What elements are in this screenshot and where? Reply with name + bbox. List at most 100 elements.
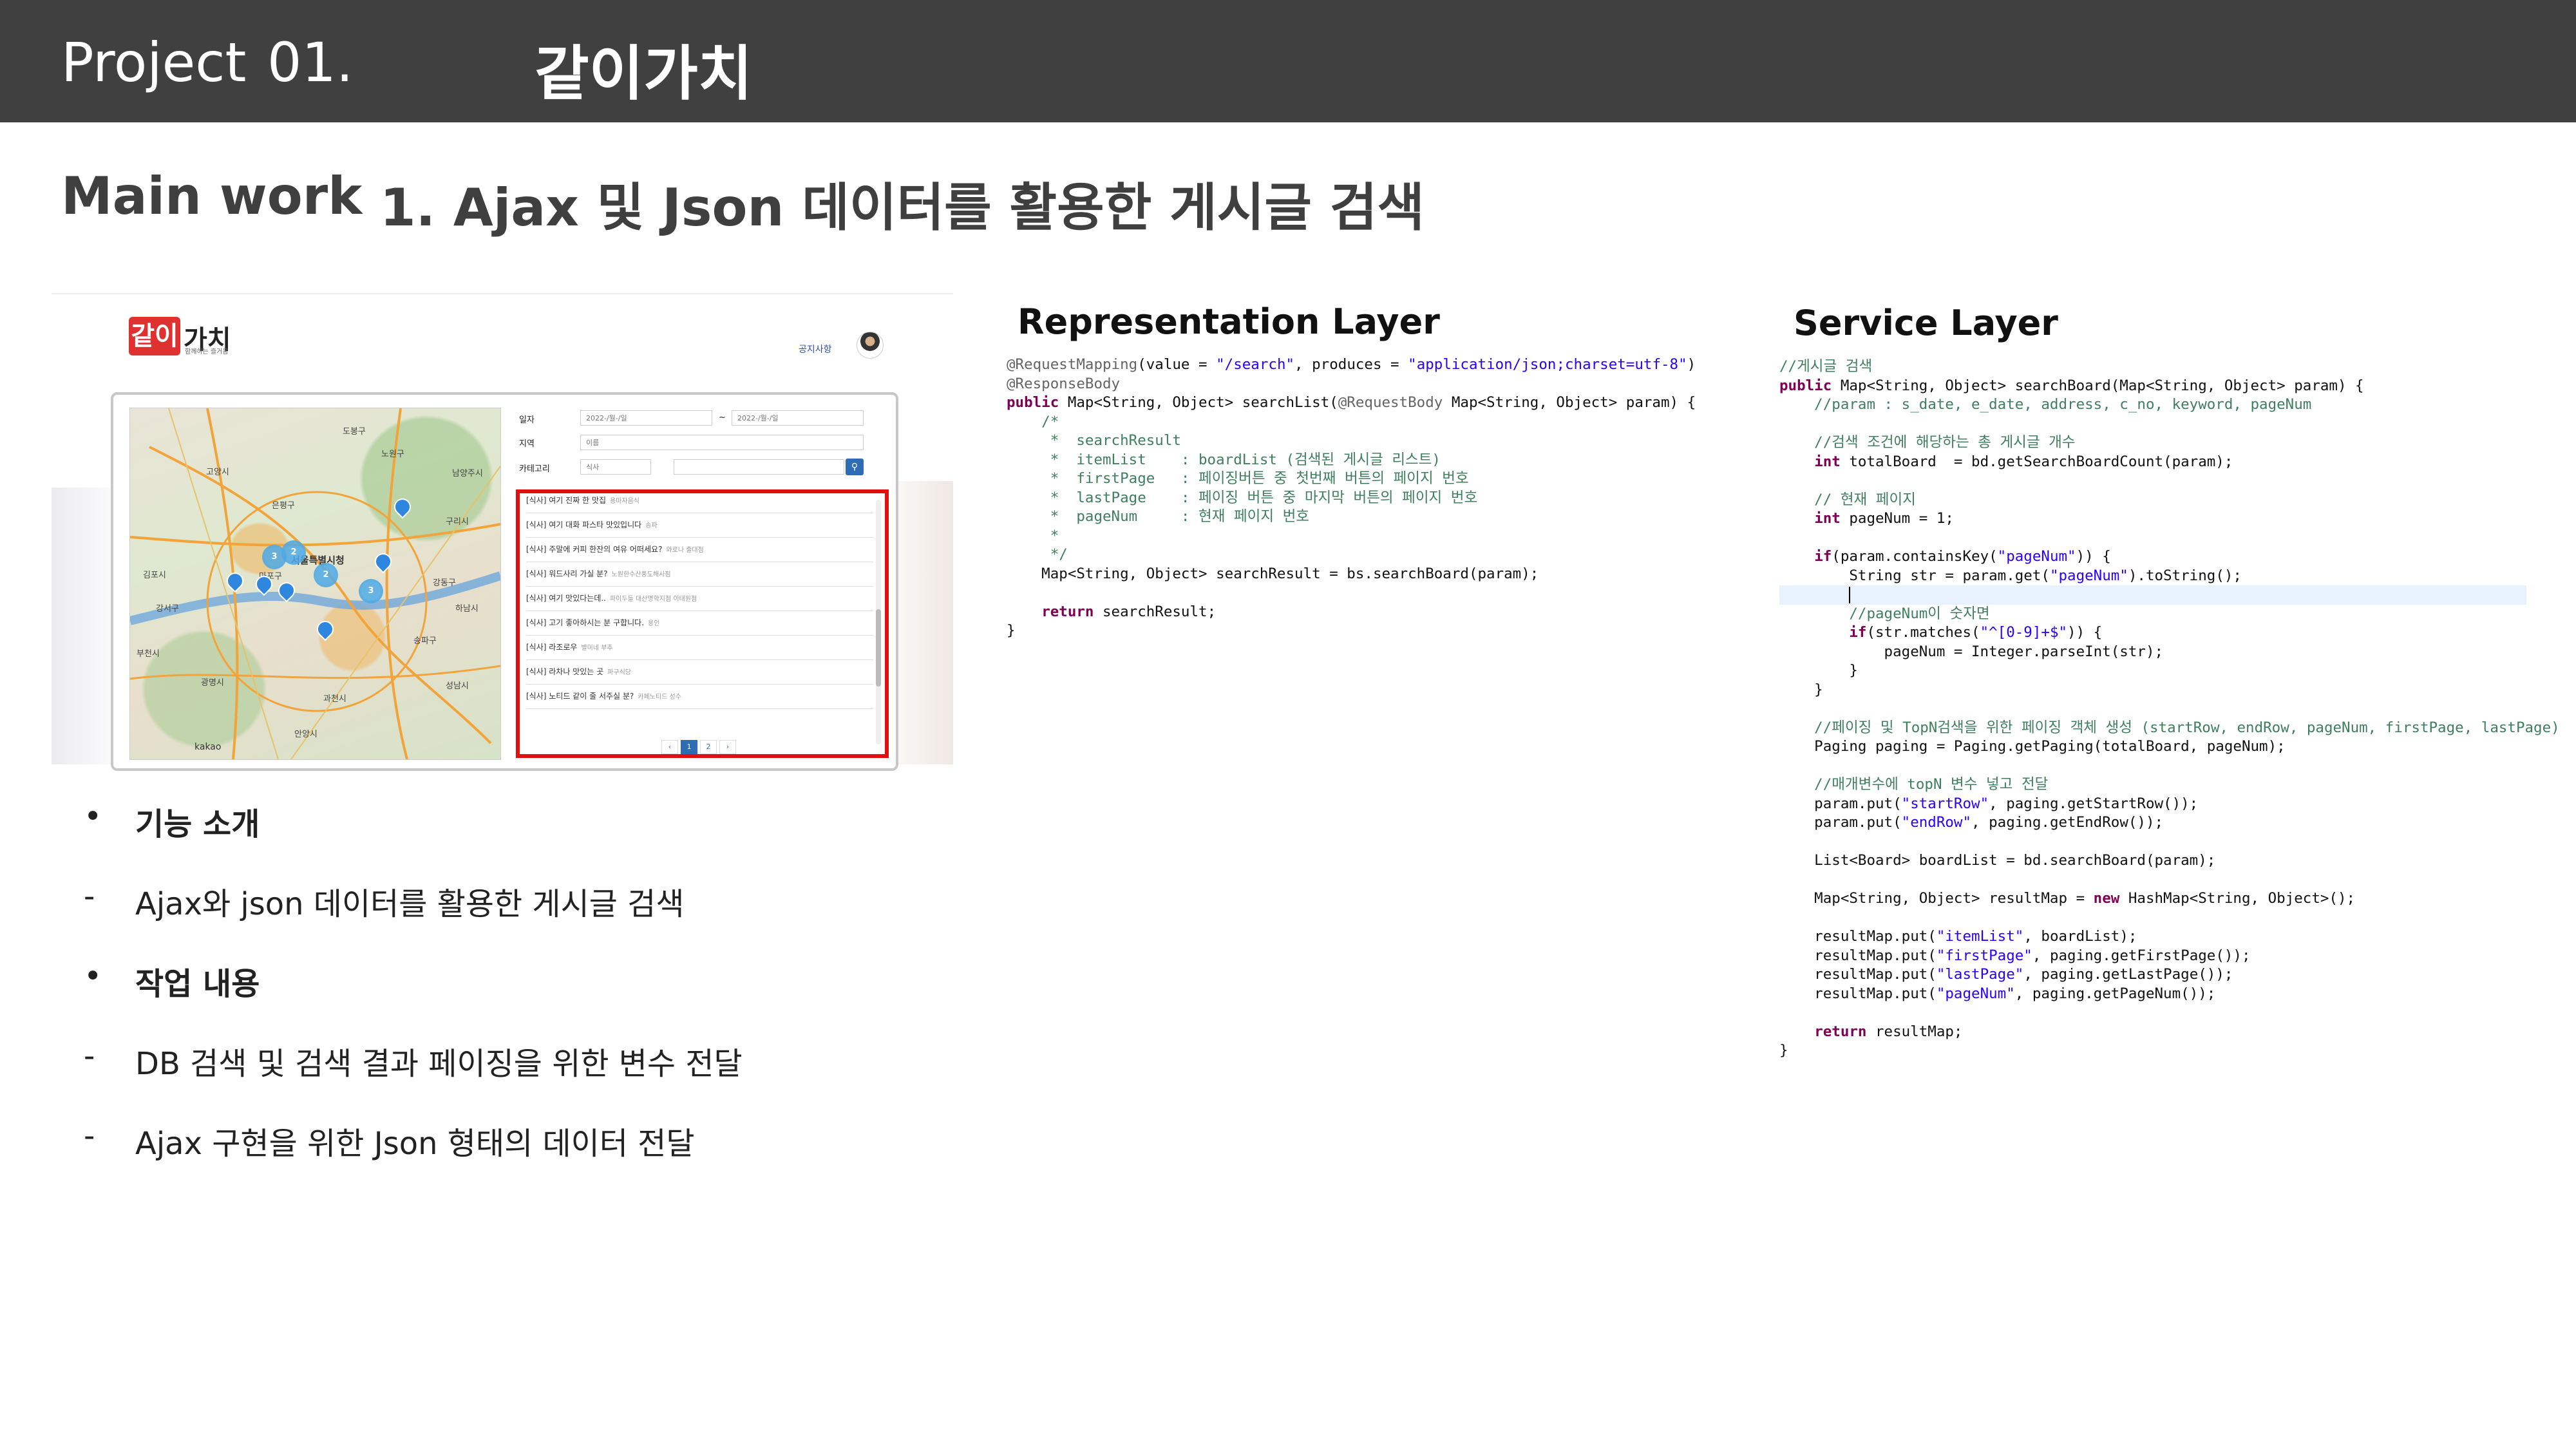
code-line[interactable]: Paging paging = Paging.getPaging(totalBo…: [1779, 737, 2526, 757]
code-line[interactable]: if(str.matches("^[0-9]+$")) {: [1779, 623, 2526, 643]
category-label: 카테고리: [519, 464, 550, 474]
pager-page-2[interactable]: 2: [700, 740, 717, 754]
code-line[interactable]: //매개변수에 topN 변수 넣고 전달: [1779, 775, 2526, 795]
map-label-eunpyeong: 은평구: [272, 501, 295, 511]
code-line[interactable]: pageNum = Integer.parseInt(str);: [1779, 643, 2526, 662]
code-line[interactable]: [1779, 585, 2526, 605]
code-line[interactable]: Map<String, Object> searchResult = bs.se…: [1007, 565, 1696, 584]
map-label-gwacheon: 과천시: [323, 694, 346, 704]
result-item[interactable]: [식사] 고기 좋아하시는 분 구합니다. 용인: [526, 611, 873, 636]
pager-page-1[interactable]: 1: [681, 740, 697, 754]
search-results: [식사] 여기 진짜 한 맛집 용마자음식 [식사] 여기 대화 파스타 맛있입니…: [516, 489, 889, 758]
map-label-dobong: 도봉구: [343, 427, 366, 437]
code-line[interactable]: // 현재 페이지: [1779, 491, 2526, 510]
results-scrollbar[interactable]: [876, 500, 881, 744]
map-label-gwangmyeong: 광명시: [201, 678, 224, 688]
code-line[interactable]: int totalBoard = bd.getSearchBoardCount(…: [1779, 453, 2526, 472]
code-line[interactable]: [1779, 757, 2526, 776]
code-line[interactable]: [1779, 833, 2526, 852]
main-work-heading: Main work 1. Ajax 및 Json 데이터를 활용한 게시글 검색: [61, 166, 1425, 238]
map-cluster[interactable]: 2: [281, 540, 306, 565]
code-line[interactable]: [1779, 1003, 2526, 1023]
pager-prev[interactable]: ‹: [661, 740, 678, 754]
code-line[interactable]: int pageNum = 1;: [1779, 509, 2526, 529]
logo-subtitle: 함께하는 즐거움: [185, 348, 229, 355]
pagination: ‹ 1 2 ›: [661, 739, 739, 754]
result-item[interactable]: [식사] 노티드 같이 줄 서주실 분? 카페노티드 성수: [526, 684, 873, 709]
search-panel: 고양시 김포시 부천시 광명시 과천시 안양시 구리시 남양주시 하남시 성남시…: [111, 392, 898, 771]
code-line[interactable]: param.put("startRow", paging.getStartRow…: [1779, 795, 2526, 814]
code-line[interactable]: public Map<String, Object> searchBoard(M…: [1779, 377, 2526, 396]
code-line[interactable]: return searchResult;: [1007, 603, 1696, 622]
map-cluster[interactable]: 3: [359, 579, 383, 603]
people-illustration-left: [52, 488, 116, 764]
category-select[interactable]: 식사: [580, 459, 651, 475]
search-button[interactable]: ⚲: [846, 459, 864, 475]
region-input[interactable]: 이름: [580, 435, 864, 450]
code-line[interactable]: @RequestMapping(value = "/search", produ…: [1007, 355, 1696, 375]
code-line[interactable]: [1779, 909, 2526, 928]
code-line[interactable]: [1779, 471, 2526, 491]
code-line[interactable]: resultMap.put("itemList", boardList);: [1779, 927, 2526, 947]
code-line[interactable]: String str = param.get("pageNum").toStri…: [1779, 567, 2526, 586]
code-line[interactable]: [1007, 583, 1696, 603]
representation-layer-title: Representation Layer: [1018, 301, 1440, 342]
result-item[interactable]: [식사] 여기 대화 파스타 맛있입니다 송파: [526, 513, 873, 538]
code-line[interactable]: public Map<String, Object> searchList(@R…: [1007, 393, 1696, 413]
map-label-seongnam: 성남시: [446, 681, 469, 691]
code-line[interactable]: //검색 조건에 해당하는 총 게시글 개수: [1779, 433, 2526, 453]
result-item[interactable]: [식사] 여기 맛있다는데.. 파이두들 대산명학지점 이태원점: [526, 586, 873, 611]
code-line[interactable]: * pageNum : 현재 페이지 번호: [1007, 507, 1696, 527]
result-item[interactable]: [식사] 라조로우 별미네 부추: [526, 635, 873, 660]
code-line[interactable]: * searchResult: [1007, 431, 1696, 451]
result-item[interactable]: [식사] 라차나 맛있는 곳 파구식당: [526, 659, 873, 685]
representation-layer-code: @RequestMapping(value = "/search", produ…: [1007, 355, 1696, 641]
pager-next[interactable]: ›: [719, 740, 736, 754]
code-line[interactable]: [1779, 871, 2526, 890]
code-line[interactable]: @ResponseBody: [1007, 375, 1696, 394]
map-cluster[interactable]: 2: [314, 563, 338, 587]
code-line[interactable]: resultMap.put("firstPage", paging.getFir…: [1779, 947, 2526, 966]
date-start-input[interactable]: 2022-/월-/일: [580, 410, 712, 426]
code-line[interactable]: if(param.containsKey("pageNum")) {: [1779, 547, 2526, 567]
code-line[interactable]: }: [1007, 621, 1696, 641]
avatar[interactable]: [857, 332, 884, 359]
map-label-gangdong: 강동구: [433, 578, 456, 588]
project-label: Project: [61, 31, 247, 94]
code-line[interactable]: * firstPage : 페이징버튼 중 첫번째 버튼의 페이지 번호: [1007, 469, 1696, 489]
code-line[interactable]: resultMap.put("pageNum", paging.getPageN…: [1779, 985, 2526, 1004]
code-line[interactable]: return resultMap;: [1779, 1023, 2526, 1042]
code-line[interactable]: *: [1007, 527, 1696, 546]
code-line[interactable]: * lastPage : 페이징 버튼 중 마지막 버튼의 페이지 번호: [1007, 489, 1696, 508]
date-end-input[interactable]: 2022-/월-/일: [732, 410, 864, 426]
project-number: 01.: [267, 31, 354, 94]
notice-link[interactable]: 공지사항: [799, 343, 832, 355]
keyword-input[interactable]: [674, 459, 844, 475]
code-line[interactable]: //게시글 검색: [1779, 357, 2526, 377]
code-line[interactable]: }: [1779, 681, 2526, 700]
code-line[interactable]: }: [1779, 661, 2526, 681]
code-line[interactable]: //param : s_date, e_date, address, c_no,…: [1779, 395, 2526, 415]
region-label: 지역: [519, 439, 535, 449]
code-line[interactable]: //pageNum이 숫자면: [1779, 605, 2526, 624]
code-line[interactable]: [1779, 415, 2526, 434]
code-line[interactable]: param.put("endRow", paging.getEndRow());: [1779, 813, 2526, 833]
map-label-gimpo: 김포시: [143, 571, 166, 580]
code-line[interactable]: [1779, 699, 2526, 719]
code-line[interactable]: [1779, 529, 2526, 548]
code-line[interactable]: /*: [1007, 413, 1696, 432]
result-item[interactable]: [식사] 워드사리 가실 분? 노원한수산풍도해사점: [526, 562, 873, 587]
code-line[interactable]: resultMap.put("lastPage", paging.getLast…: [1779, 965, 2526, 985]
map-view[interactable]: 고양시 김포시 부천시 광명시 과천시 안양시 구리시 남양주시 하남시 성남시…: [129, 408, 501, 760]
result-item[interactable]: [식사] 여기 진짜 한 맛집 용마자음식: [526, 488, 873, 513]
logo-mark[interactable]: 같이: [129, 317, 180, 355]
code-line[interactable]: }: [1779, 1041, 2526, 1061]
date-label: 일자: [519, 415, 535, 425]
code-line[interactable]: List<Board> boardList = bd.searchBoard(p…: [1779, 851, 2526, 871]
code-line[interactable]: */: [1007, 545, 1696, 565]
code-line[interactable]: //페이징 및 TopN검색을 위한 페이징 객체 생성 (startRow, …: [1779, 719, 2560, 738]
code-line[interactable]: * itemList : boardList (검색된 게시글 리스트): [1007, 451, 1696, 470]
header-bar: Project 01. 같이가치: [0, 0, 2576, 122]
result-item[interactable]: [식사] 주말에 커피 한잔의 여유 어떠세요? 와로나 출대점: [526, 537, 873, 562]
code-line[interactable]: Map<String, Object> resultMap = new Hash…: [1779, 889, 2526, 909]
